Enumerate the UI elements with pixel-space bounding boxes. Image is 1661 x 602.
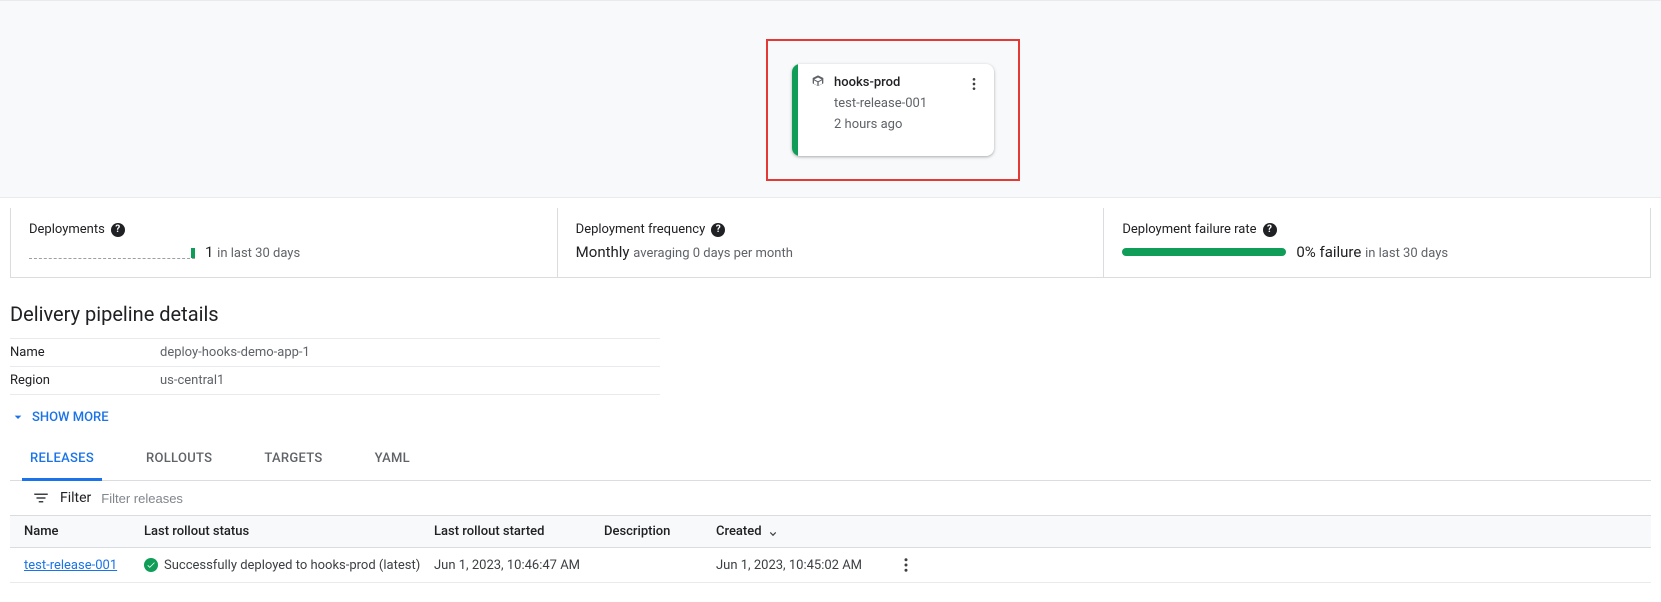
release-link[interactable]: test-release-001 (24, 558, 117, 573)
pipeline-details: Name deploy-hooks-demo-app-1 Region us-c… (10, 338, 660, 395)
col-description[interactable]: Description (604, 524, 716, 539)
release-time: 2 hours ago (834, 117, 984, 132)
tab-releases[interactable]: RELEASES (22, 439, 102, 481)
pipeline-stage-area: hooks-prod test-release-001 2 hours ago (0, 0, 1661, 198)
chevron-down-icon (10, 409, 26, 425)
rollout-started-text: Jun 1, 2023, 10:46:47 AM (434, 558, 604, 573)
tab-targets[interactable]: TARGETS (256, 439, 330, 481)
detail-name-value: deploy-hooks-demo-app-1 (160, 345, 310, 360)
detail-region-value: us-central1 (160, 373, 224, 388)
releases-table: Name Last rollout status Last rollout st… (10, 516, 1651, 583)
row-more-menu-button[interactable] (886, 556, 926, 574)
deployments-count: 1 (205, 243, 213, 261)
metrics-panel: Deployments ? 1 in last 30 days Deployme… (10, 208, 1651, 278)
col-created[interactable]: Created (716, 524, 886, 539)
tab-yaml[interactable]: YAML (367, 439, 418, 481)
help-icon[interactable]: ? (111, 223, 125, 237)
col-name[interactable]: Name (24, 524, 144, 539)
filter-input[interactable] (101, 491, 301, 506)
deployments-period: in last 30 days (217, 246, 300, 261)
target-name: hooks-prod (834, 75, 900, 90)
tab-rollouts[interactable]: ROLLOUTS (138, 439, 220, 481)
kubernetes-icon (810, 74, 826, 90)
show-more-label: SHOW MORE (32, 410, 109, 425)
deployment-target-card[interactable]: hooks-prod test-release-001 2 hours ago (792, 64, 994, 156)
detail-region-label: Region (10, 373, 160, 388)
success-check-icon (144, 558, 158, 572)
help-icon[interactable]: ? (1263, 223, 1277, 237)
table-header-row: Name Last rollout status Last rollout st… (10, 516, 1651, 548)
card-more-menu-button[interactable] (962, 72, 986, 100)
deployments-sparkline (29, 245, 195, 259)
metric-failure-rate: Deployment failure rate ? 0% failure in … (1104, 208, 1650, 277)
tab-bar: RELEASES ROLLOUTS TARGETS YAML (10, 439, 1651, 481)
rollout-status-text: Successfully deployed to hooks-prod (lat… (164, 558, 420, 573)
frequency-value: Monthly (576, 243, 630, 261)
show-more-button[interactable]: SHOW MORE (10, 409, 1651, 425)
failure-rate-bar (1122, 248, 1286, 256)
metric-frequency-label: Deployment frequency (576, 222, 706, 237)
help-icon[interactable]: ? (711, 223, 725, 237)
metric-frequency: Deployment frequency ? Monthly averaging… (558, 208, 1105, 277)
table-row: test-release-001 Successfully deployed t… (10, 548, 1651, 583)
filter-icon (32, 489, 50, 507)
metric-failure-label: Deployment failure rate (1122, 222, 1256, 237)
filter-bar: Filter (10, 481, 1651, 516)
col-created-label: Created (716, 524, 762, 539)
failure-period: in last 30 days (1365, 246, 1448, 261)
filter-label: Filter (60, 490, 91, 506)
col-status[interactable]: Last rollout status (144, 524, 434, 539)
metric-deployments: Deployments ? 1 in last 30 days (11, 208, 558, 277)
page-title: Delivery pipeline details (10, 302, 1651, 326)
frequency-sub: averaging 0 days per month (633, 246, 793, 261)
col-started[interactable]: Last rollout started (434, 524, 604, 539)
arrow-down-icon (766, 525, 780, 539)
rollout-created-text: Jun 1, 2023, 10:45:02 AM (716, 558, 886, 573)
failure-value: 0% failure (1296, 243, 1361, 261)
metric-deployments-label: Deployments (29, 222, 105, 237)
annotation-highlight: hooks-prod test-release-001 2 hours ago (766, 39, 1020, 181)
detail-name-label: Name (10, 345, 160, 360)
